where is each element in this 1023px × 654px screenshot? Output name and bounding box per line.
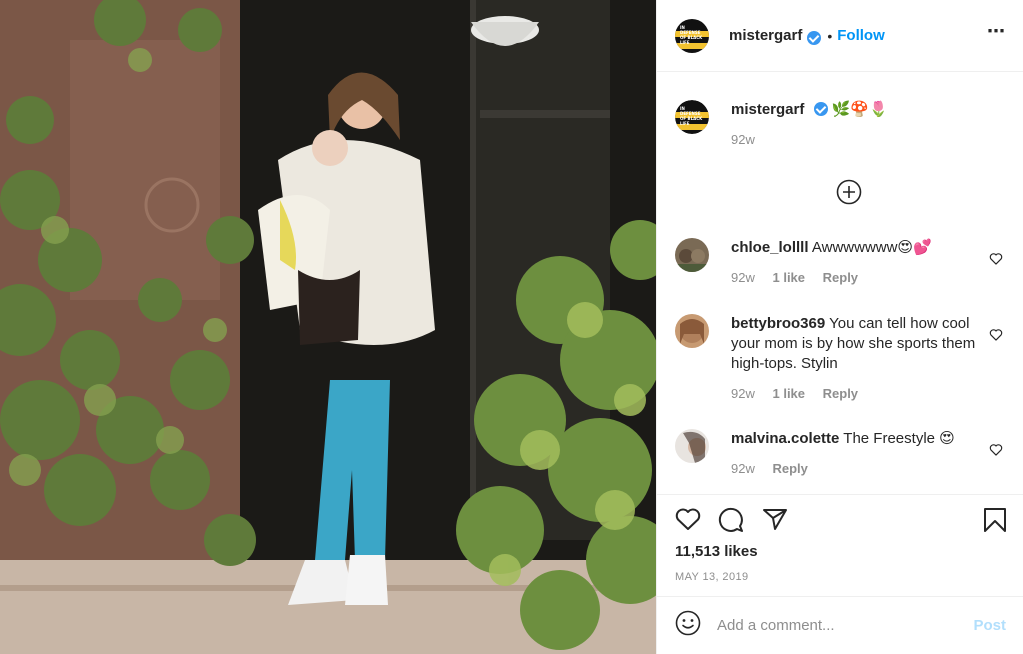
comment-icon[interactable] [718,507,744,538]
comment-heart-icon[interactable] [989,443,1003,461]
caption-age: 92w [731,132,755,147]
caption-avatar-logo-text: IN DEFENSE OF BLACK LIFE [680,106,703,126]
more-options-icon[interactable]: ⋯ [987,22,1006,40]
caption-verified-badge-icon [813,102,828,116]
load-more-icon[interactable] [836,179,862,210]
photo-illustration [0,0,656,654]
follow-button[interactable]: Follow [837,27,885,44]
caption-username[interactable]: mistergarf [731,101,804,118]
post-sidebar: IN DEFENSE OF BLACK LIFE mistergarf • Fo… [656,0,1023,654]
comment-meta: 92w 1 like Reply [731,384,976,404]
author-avatar[interactable]: IN DEFENSE OF BLACK LIFE [675,18,709,53]
heart-icon[interactable] [675,507,701,536]
share-icon[interactable] [762,507,788,536]
caption-body: mistergarf 🌿🍄🌷 92w [731,100,976,150]
comment-heart-icon[interactable] [989,328,1003,346]
comment-meta: 92w 1 like Reply [731,268,976,288]
caption-text: 🌿🍄🌷 [831,101,888,118]
like-count[interactable]: 11,513 likes [675,543,758,560]
comment-username[interactable]: chloe_lollll [731,239,809,256]
emoji-icon[interactable] [675,610,701,641]
comment-age: 92w [731,386,755,401]
comment-username[interactable]: malvina.colette [731,430,839,447]
comment-username[interactable]: bettybroo369 [731,315,825,332]
post-comment-button[interactable]: Post [973,617,1006,634]
comment-body: malvina.colette The Freestyle 😍 92w Repl… [731,429,976,479]
comment-body: chloe_lollll Awwwwwww😍💕 92w 1 like Reply [731,238,976,288]
caption-meta: 92w [731,130,976,150]
verified-badge-icon [807,30,822,45]
comment-body: bettybroo369 You can tell how cool your … [731,314,976,404]
comment-heart-icon[interactable] [989,252,1003,270]
comment-meta: 92w Reply [731,459,976,479]
comment-avatar[interactable] [675,314,709,348]
separator-dot: • [827,27,833,44]
caption-avatar-logo: IN DEFENSE OF BLACK LIFE [675,100,709,134]
post-actions: 11,513 likes MAY 13, 2019 [657,494,1023,596]
comment-age: 92w [731,461,755,476]
reply-button[interactable]: Reply [823,270,858,285]
reply-button[interactable]: Reply [823,386,858,401]
save-icon[interactable] [983,507,1007,538]
author-username[interactable]: mistergarf [729,27,802,44]
caption-avatar[interactable]: IN DEFENSE OF BLACK LIFE [675,100,709,134]
add-comment-bar: Post [657,596,1023,654]
comment-text: The Freestyle 😍 [843,430,955,447]
comment-text: Awwwwwww😍💕 [811,239,932,256]
comments-list[interactable]: IN DEFENSE OF BLACK LIFE mistergarf 🌿🍄🌷 … [657,73,1023,493]
comment-avatar[interactable] [675,429,709,463]
comment-input[interactable] [717,617,957,634]
avatar-logo-text: IN DEFENSE OF BLACK LIFE [680,24,703,45]
post-date[interactable]: MAY 13, 2019 [675,571,749,583]
post-photo[interactable] [0,0,656,654]
comment-likes[interactable]: 1 like [772,386,805,401]
reply-button[interactable]: Reply [772,461,807,476]
comment-age: 92w [731,270,755,285]
comment-likes[interactable]: 1 like [772,270,805,285]
post-header: IN DEFENSE OF BLACK LIFE mistergarf • Fo… [657,0,1023,72]
comment-avatar[interactable] [675,238,709,272]
